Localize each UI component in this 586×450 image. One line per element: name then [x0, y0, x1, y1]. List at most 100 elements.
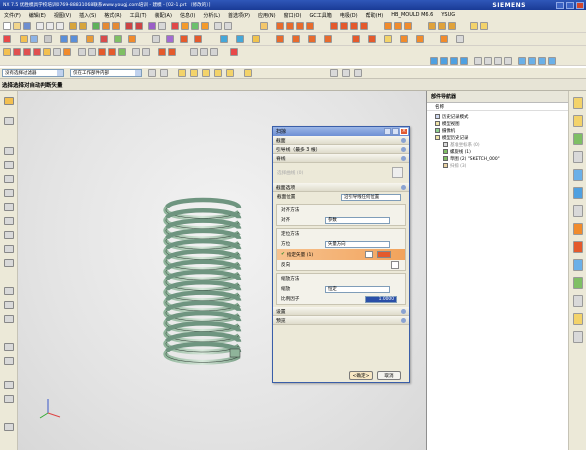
close-window-button[interactable] [576, 1, 584, 9]
profile-icon[interactable] [4, 147, 14, 155]
dimension-tool-icon[interactable] [4, 357, 14, 365]
open-folder-icon[interactable] [13, 22, 21, 30]
chamfer-icon[interactable] [135, 22, 143, 30]
menu-assembly[interactable]: 装配(A) [155, 12, 172, 19]
line-tool-icon[interactable] [4, 161, 14, 169]
boss-icon[interactable] [100, 35, 108, 43]
shaded-icon[interactable] [70, 35, 78, 43]
wcs-icon[interactable] [220, 35, 228, 43]
synchronous-2-icon[interactable] [168, 48, 176, 56]
pad-icon[interactable] [86, 35, 94, 43]
assembly-navigator-icon[interactable] [573, 97, 583, 109]
feature-2-icon[interactable] [368, 35, 376, 43]
sketch-finish-icon[interactable] [4, 117, 14, 125]
cube-icon[interactable] [181, 22, 189, 30]
feature-4-icon[interactable] [400, 35, 408, 43]
scale-factor-input[interactable]: 1.0000 [365, 295, 397, 303]
stop-icon[interactable] [230, 48, 238, 56]
revolve-icon[interactable] [112, 22, 120, 30]
view-style-2-icon[interactable] [494, 57, 502, 65]
system-scenes-icon[interactable] [573, 295, 583, 307]
tree-item-cameras[interactable]: 摄像机 [435, 127, 568, 134]
intersect-curve-icon[interactable] [108, 48, 116, 56]
join-curve-icon[interactable] [118, 48, 126, 56]
system-materials-icon[interactable] [573, 277, 583, 289]
sketch-icon[interactable] [92, 22, 100, 30]
orientation-dropdown[interactable]: 矢量方向 [325, 240, 390, 248]
redo-icon[interactable] [79, 22, 87, 30]
minimize-button[interactable] [556, 1, 564, 9]
settings-header[interactable]: 设置 [273, 307, 409, 316]
spine-select-row[interactable]: 选择曲线 (0) [273, 163, 409, 183]
vector-icon[interactable] [365, 251, 373, 258]
part-2-icon[interactable] [438, 22, 446, 30]
point-tool-icon[interactable] [4, 245, 14, 253]
preview-header[interactable]: 预览 [273, 316, 409, 325]
selection-2-icon[interactable] [160, 69, 168, 77]
menu-format[interactable]: 格式(R) [104, 12, 121, 19]
pocket-icon[interactable] [114, 35, 122, 43]
roles-icon[interactable] [573, 259, 583, 271]
menu-edit[interactable]: 编辑(E) [29, 12, 46, 19]
sketch-tool-icon[interactable] [4, 97, 14, 105]
save-icon[interactable] [23, 22, 31, 30]
project-curve-icon[interactable] [98, 48, 106, 56]
point-icon[interactable] [44, 35, 52, 43]
view-cube-3-icon[interactable] [538, 57, 546, 65]
view-cube-2-icon[interactable] [528, 57, 536, 65]
mold-tool-3-icon[interactable] [296, 22, 304, 30]
guide-header[interactable]: 引导线（最多 3 根） [273, 145, 409, 154]
subtract-icon[interactable] [224, 22, 232, 30]
section-position-dropdown[interactable]: 沿引导线任何位置 [341, 193, 401, 201]
feature-6-icon[interactable] [440, 35, 448, 43]
surface-3-icon[interactable] [308, 35, 316, 43]
tree-item-sweep[interactable]: 扫掠 (3) [435, 162, 568, 169]
navigator-name-column[interactable]: 名称 [427, 103, 568, 111]
polygon-tool-icon[interactable] [4, 231, 14, 239]
layer-icon[interactable] [148, 22, 156, 30]
snap-quadrant-icon[interactable] [330, 69, 338, 77]
menu-ysug[interactable]: YSUG [441, 12, 455, 18]
offset-curve-icon[interactable] [53, 48, 61, 56]
reuse-library-icon[interactable] [573, 151, 583, 163]
snap-existing-icon[interactable] [342, 69, 350, 77]
constraint-navigator-icon[interactable] [573, 115, 583, 127]
maximize-button[interactable] [566, 1, 574, 9]
drawing-icon[interactable] [470, 22, 478, 30]
extend-tool-icon[interactable] [4, 301, 14, 309]
pattern-tool-icon[interactable] [4, 395, 14, 403]
tree-item-model-views[interactable]: 模型视图 [435, 120, 568, 127]
section-header[interactable]: 截面 [273, 136, 409, 145]
start-icon[interactable] [3, 35, 11, 43]
select-icon[interactable] [3, 48, 11, 56]
tree-item-sketch[interactable]: 草图 (2) "SKETCH_000" [435, 155, 568, 162]
unite-icon[interactable] [214, 22, 222, 30]
menu-gc-toolkit[interactable]: GC工具箱 [309, 12, 331, 19]
snap-intersect-icon[interactable] [226, 69, 234, 77]
blend-icon[interactable] [125, 22, 133, 30]
settings-tool-icon[interactable] [4, 423, 14, 431]
draft-icon[interactable] [180, 35, 188, 43]
wcs-dynamic-icon[interactable] [236, 35, 244, 43]
menu-insert[interactable]: 插入(S) [79, 12, 96, 19]
process-studio-icon[interactable] [573, 223, 583, 235]
constraint-tool-icon[interactable] [4, 343, 14, 351]
circle-tool-icon[interactable] [4, 189, 14, 197]
view-style-icon[interactable] [484, 57, 492, 65]
surface-2-icon[interactable] [292, 35, 300, 43]
move-face-icon[interactable] [190, 48, 198, 56]
menu-information[interactable]: 信息(I) [180, 12, 195, 19]
mold-wizard-icon[interactable] [573, 331, 583, 343]
menu-application[interactable]: 应用(N) [258, 12, 276, 19]
pull-face-icon[interactable] [200, 48, 208, 56]
view-style-3-icon[interactable] [504, 57, 512, 65]
scaling-dropdown[interactable]: 恒定 [325, 285, 390, 293]
delete-face-icon[interactable] [210, 48, 218, 56]
drawing-2-icon[interactable] [480, 22, 488, 30]
snap-face-icon[interactable] [354, 69, 362, 77]
type-filter-dropdown[interactable]: 没有选择过滤器 [2, 69, 64, 77]
render-icon[interactable] [60, 35, 68, 43]
menu-window[interactable]: 窗口(O) [284, 12, 302, 19]
tree-item-model-history[interactable]: 模型历史记录 [435, 134, 568, 141]
mold-tool-2-icon[interactable] [286, 22, 294, 30]
